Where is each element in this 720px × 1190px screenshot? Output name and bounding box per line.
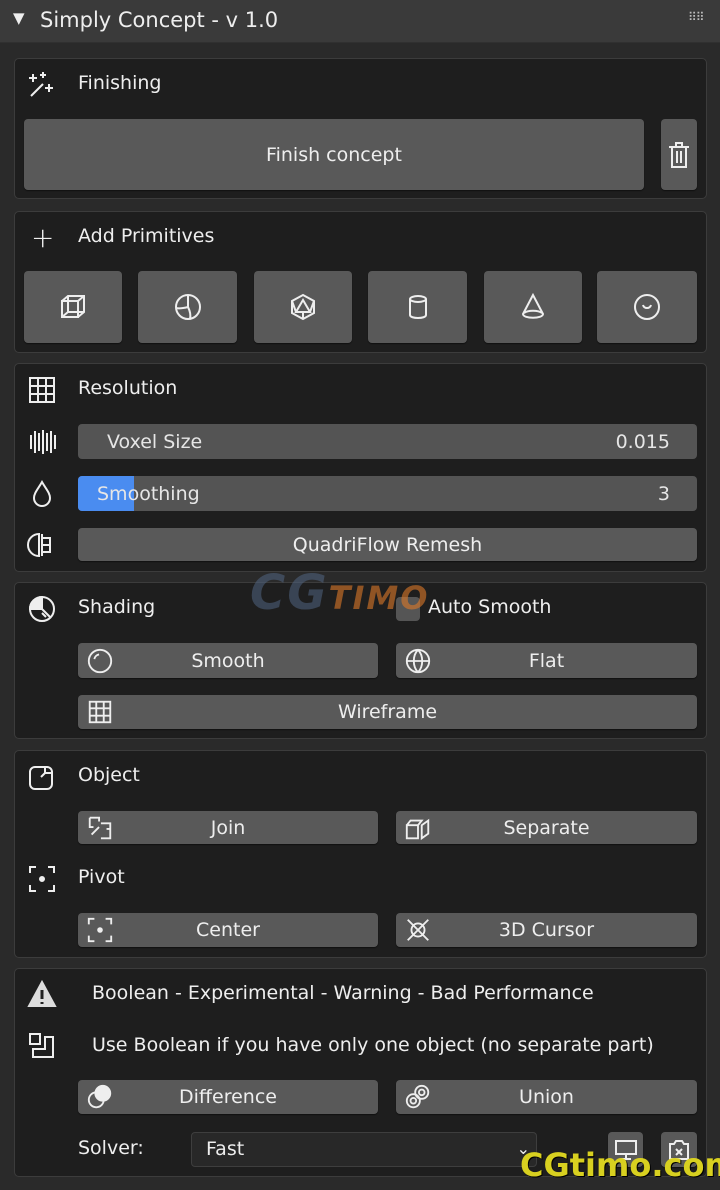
smooth-button[interactable]: Smooth <box>78 643 378 678</box>
join-label: Join <box>210 816 246 839</box>
add-torus-button[interactable] <box>597 271 697 343</box>
cylinder-icon <box>408 295 427 319</box>
voxel-icon <box>27 427 57 457</box>
grip-icon[interactable]: ⠿⠿ <box>688 10 705 24</box>
voxel-size-label: Voxel Size <box>107 430 203 453</box>
ico-sphere-icon <box>291 293 315 321</box>
finish-concept-button[interactable]: Finish concept <box>24 119 644 190</box>
collapse-triangle-down-icon[interactable]: ▼ <box>13 9 25 27</box>
finishing-title: Finishing <box>78 72 162 94</box>
watermark-logo: CGTIMO <box>250 565 430 621</box>
center-icon <box>87 917 113 943</box>
trash-icon <box>669 141 689 168</box>
add-cube-button[interactable] <box>24 271 122 343</box>
panel-title: Simply Concept - v 1.0 <box>40 8 279 32</box>
separate-label: Separate <box>503 816 590 839</box>
add-ico-sphere-button[interactable] <box>254 271 352 343</box>
shading-title: Shading <box>78 596 156 618</box>
solver-label: Solver: <box>78 1137 144 1159</box>
pivot-center-button[interactable]: Center <box>78 913 378 947</box>
voxel-size-field[interactable]: Voxel Size 0.015 <box>78 424 697 459</box>
uv-sphere-icon <box>174 294 201 320</box>
remesh-icon <box>27 530 57 560</box>
3d-cursor-label: 3D Cursor <box>498 919 595 941</box>
center-label: Center <box>196 919 260 941</box>
difference-button[interactable]: Difference <box>78 1080 378 1114</box>
torus-icon <box>634 294 660 320</box>
union-label: Union <box>519 1086 574 1108</box>
cube-icon <box>61 295 85 318</box>
grid-icon <box>27 375 57 405</box>
shading-icon <box>27 594 57 624</box>
primitives-title: Add Primitives <box>78 225 215 247</box>
boolean-info-icon <box>27 1031 57 1061</box>
voxel-size-value: 0.015 <box>615 430 670 453</box>
resolution-title: Resolution <box>78 377 178 399</box>
warning-icon <box>27 979 57 1009</box>
smooth-sphere-icon <box>87 648 113 673</box>
smoothing-value: 3 <box>657 482 670 505</box>
smoothing-label: Smoothing <box>97 482 200 505</box>
wireframe-button[interactable]: Wireframe <box>78 695 697 729</box>
pivot-icon <box>27 864 57 894</box>
plus-icon: + <box>31 221 55 254</box>
separate-button[interactable]: Separate <box>396 811 697 844</box>
flat-button[interactable]: Flat <box>396 643 697 678</box>
3d-cursor-icon <box>407 919 429 941</box>
union-button[interactable]: Union <box>396 1080 697 1114</box>
difference-label: Difference <box>179 1086 277 1108</box>
solver-dropdown[interactable]: Fast ⌄ <box>191 1132 537 1167</box>
magic-wand-icon <box>27 70 57 100</box>
smoothing-slider[interactable]: Smoothing 3 <box>78 476 697 511</box>
smooth-label: Smooth <box>191 649 265 672</box>
quadriflow-label: QuadriFlow Remesh <box>292 533 483 556</box>
join-icon <box>88 816 112 839</box>
quadriflow-remesh-button[interactable]: QuadriFlow Remesh <box>78 528 697 561</box>
drop-icon <box>27 479 57 509</box>
flat-label: Flat <box>528 649 565 672</box>
flat-sphere-icon <box>405 648 431 673</box>
pivot-title: Pivot <box>78 866 125 888</box>
pivot-3d-cursor-button[interactable]: 3D Cursor <box>396 913 697 947</box>
delete-button[interactable] <box>661 119 697 190</box>
difference-icon <box>87 1084 112 1109</box>
wireframe-label: Wireframe <box>337 701 438 723</box>
solver-value: Fast <box>206 1138 245 1160</box>
finish-concept-label: Finish concept <box>266 143 402 166</box>
boolean-hint-text: Use Boolean if you have only one object … <box>92 1034 654 1056</box>
add-cone-button[interactable] <box>484 271 582 343</box>
object-icon <box>27 762 57 792</box>
union-icon <box>405 1084 430 1109</box>
object-title: Object <box>78 764 140 786</box>
cone-icon <box>521 292 545 319</box>
separate-icon <box>405 818 430 840</box>
add-cylinder-button[interactable] <box>368 271 467 343</box>
watermark-url: CGtimo.com <box>520 1146 720 1184</box>
panel-header[interactable]: ▼ Simply Concept - v 1.0 ⠿⠿ <box>0 0 720 43</box>
boolean-warning-text: Boolean - Experimental - Warning - Bad P… <box>92 982 594 1004</box>
add-uv-sphere-button[interactable] <box>138 271 237 343</box>
auto-smooth-label: Auto Smooth <box>428 596 552 618</box>
wireframe-icon <box>88 700 112 724</box>
join-button[interactable]: Join <box>78 811 378 844</box>
